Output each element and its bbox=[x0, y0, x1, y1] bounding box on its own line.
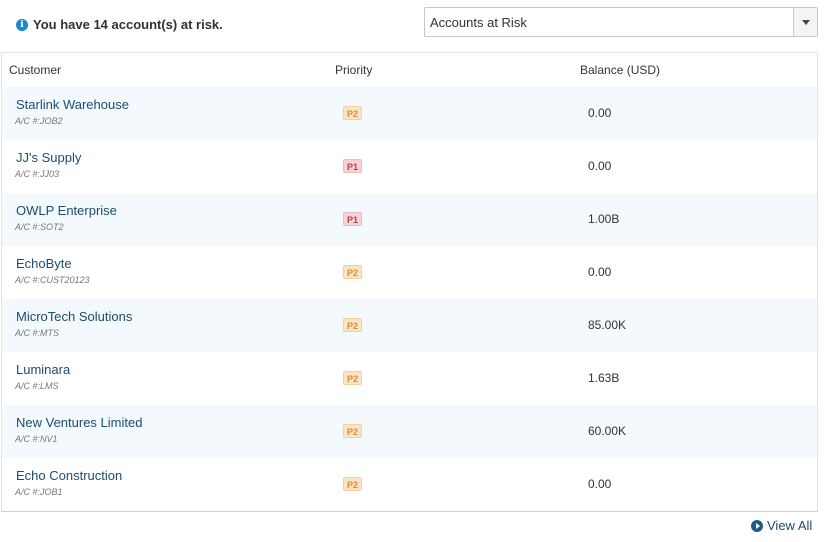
chevron-right-circle-icon bbox=[751, 519, 763, 532]
table-row[interactable]: Luminara A/C #:LMS P2 1.63B bbox=[2, 352, 817, 405]
account-number: A/C #:JOB1 bbox=[15, 487, 63, 497]
customer-name-link[interactable]: Echo Construction bbox=[16, 468, 122, 483]
column-header-priority[interactable]: Priority bbox=[335, 63, 372, 77]
balance-value: 1.00B bbox=[588, 212, 620, 226]
priority-badge: P1 bbox=[343, 212, 363, 226]
account-number: A/C #:JJ03 bbox=[15, 169, 60, 179]
accounts-table: Customer Priority Balance (USD) Starlink… bbox=[1, 52, 818, 512]
balance-value: 0.00 bbox=[588, 265, 612, 279]
customer-name-link[interactable]: OWLP Enterprise bbox=[16, 203, 117, 218]
view-filter-select[interactable]: Accounts at Risk bbox=[424, 7, 818, 37]
account-number: A/C #:NV1 bbox=[15, 434, 58, 444]
table-row[interactable]: OWLP Enterprise A/C #:SOT2 P1 1.00B bbox=[2, 193, 817, 246]
info-icon: i bbox=[16, 18, 28, 31]
balance-value: 1.63B bbox=[588, 371, 620, 385]
account-number: A/C #:SOT2 bbox=[15, 222, 64, 232]
customer-name-link[interactable]: MicroTech Solutions bbox=[16, 309, 132, 324]
priority-badge: P2 bbox=[343, 265, 363, 279]
balance-value: 0.00 bbox=[588, 106, 612, 120]
table-header: Customer Priority Balance (USD) bbox=[2, 53, 817, 87]
priority-badge: P2 bbox=[343, 371, 363, 385]
priority-badge: P2 bbox=[343, 477, 363, 491]
account-number: A/C #:LMS bbox=[15, 381, 59, 391]
customer-name-link[interactable]: New Ventures Limited bbox=[16, 415, 142, 430]
view-all-label: View All bbox=[767, 518, 813, 533]
account-number: A/C #:JOB2 bbox=[15, 116, 63, 126]
table-row[interactable]: MicroTech Solutions A/C #:MTS P2 85.00K bbox=[2, 299, 817, 352]
table-row[interactable]: New Ventures Limited A/C #:NV1 P2 60.00K bbox=[2, 405, 817, 458]
column-header-balance[interactable]: Balance (USD) bbox=[580, 63, 660, 77]
chevron-down-icon bbox=[801, 19, 810, 25]
priority-badge: P2 bbox=[343, 318, 363, 332]
view-filter-value: Accounts at Risk bbox=[430, 15, 527, 30]
balance-value: 0.00 bbox=[588, 477, 612, 491]
table-row[interactable]: Starlink Warehouse A/C #:JOB2 P2 0.00 bbox=[2, 87, 817, 140]
top-bar: i You have 14 account(s) at risk. Accoun… bbox=[0, 0, 825, 48]
account-number: A/C #:CUST20123 bbox=[15, 275, 90, 285]
customer-name-link[interactable]: JJ's Supply bbox=[16, 150, 81, 165]
priority-badge: P1 bbox=[343, 159, 363, 173]
table-row[interactable]: JJ's Supply A/C #:JJ03 P1 0.00 bbox=[2, 140, 817, 193]
balance-value: 85.00K bbox=[588, 318, 627, 332]
risk-summary-text: You have 14 account(s) at risk. bbox=[33, 17, 223, 32]
table-row[interactable]: Echo Construction A/C #:JOB1 P2 0.00 bbox=[2, 458, 817, 511]
account-number: A/C #:MTS bbox=[15, 328, 60, 338]
risk-summary: i You have 14 account(s) at risk. bbox=[16, 17, 223, 32]
customer-name-link[interactable]: EchoByte bbox=[16, 256, 72, 271]
priority-badge: P2 bbox=[343, 106, 363, 120]
customer-name-link[interactable]: Luminara bbox=[16, 362, 70, 377]
balance-value: 0.00 bbox=[588, 159, 612, 173]
dropdown-toggle-button[interactable] bbox=[793, 8, 817, 36]
column-header-customer[interactable]: Customer bbox=[9, 63, 61, 77]
balance-value: 60.00K bbox=[588, 424, 627, 438]
priority-badge: P2 bbox=[343, 424, 363, 438]
customer-name-link[interactable]: Starlink Warehouse bbox=[16, 97, 129, 112]
view-all-link[interactable]: View All bbox=[751, 518, 812, 533]
table-row[interactable]: EchoByte A/C #:CUST20123 P2 0.00 bbox=[2, 246, 817, 299]
